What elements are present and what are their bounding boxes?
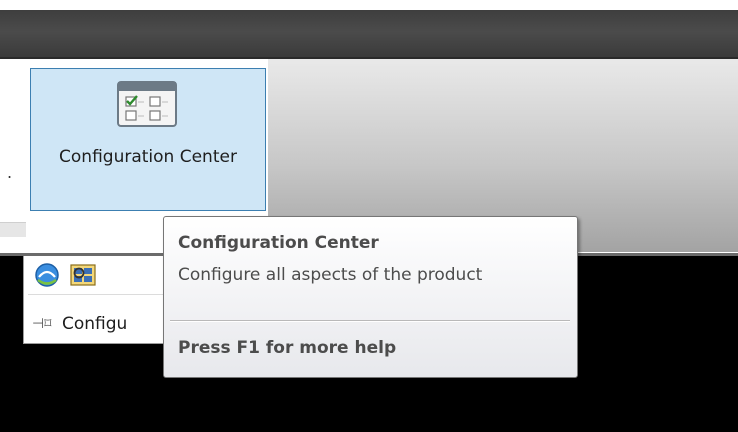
tooltip-separator-highlight — [170, 321, 570, 322]
configuration-tab-label[interactable]: Configu — [62, 314, 172, 334]
top-strip — [0, 0, 738, 10]
configuration-center-label: Configuration Center — [59, 147, 237, 167]
search-panel-icon[interactable] — [70, 262, 96, 288]
tooltip-help-text: Press F1 for more help — [178, 338, 397, 358]
quick-access-panel: ⊣⌑ Configu — [23, 256, 173, 344]
tooltip: Configuration Center Configure all aspec… — [163, 216, 578, 378]
globe-refresh-icon[interactable] — [34, 262, 60, 288]
ribbon-left-footer — [0, 222, 26, 237]
tooltip-title: Configuration Center — [178, 233, 379, 253]
pin-icon[interactable]: ⊣⌑ — [32, 316, 51, 332]
panel-divider — [28, 294, 170, 295]
title-bar — [0, 10, 738, 58]
tooltip-description: Configure all aspects of the product — [178, 265, 483, 285]
configuration-checklist-icon — [117, 81, 177, 127]
ribbon-left-marker: . — [7, 163, 13, 182]
